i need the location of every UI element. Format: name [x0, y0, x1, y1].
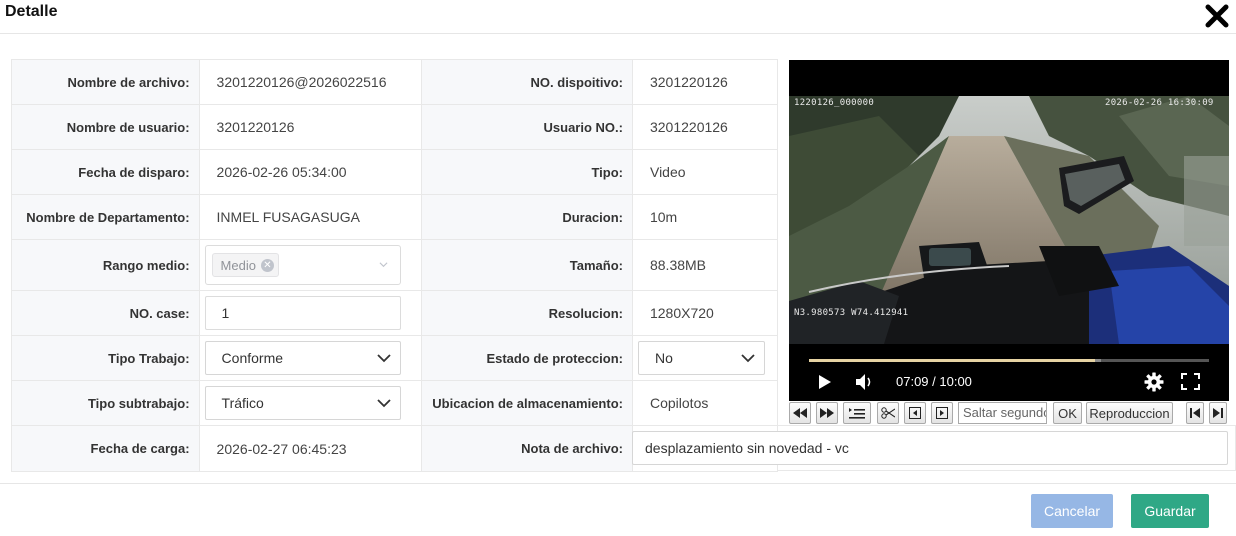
table-row: Nombre de archivo: 3201220126@2026022516… — [11, 59, 779, 105]
case-no-cell: 1 — [198, 290, 423, 336]
label-protection: Estado de proteccion: — [421, 335, 633, 381]
next-frame-button[interactable] — [931, 402, 953, 424]
value-upload-date: 2026-02-27 06:45:23 — [198, 425, 423, 472]
dialog-title: Detalle — [5, 3, 58, 20]
label-file-name: Nombre de archivo: — [11, 59, 200, 105]
label-device-no: NO. dispoitivo: — [421, 59, 633, 105]
rewind-icon — [793, 408, 807, 418]
value-device-no: 3201220126 — [631, 59, 779, 105]
value-department: INMEL FUSAGASUGA — [198, 194, 423, 240]
list-icon — [849, 407, 865, 419]
detail-table: Nombre de archivo: 3201220126@2026022516… — [11, 59, 779, 472]
fast-forward-button[interactable] — [816, 402, 838, 424]
detail-dialog: Detalle Nombre de archivo: 3201220126@20… — [0, 0, 1236, 536]
protection-select[interactable]: No — [637, 341, 765, 375]
ok-button[interactable]: OK — [1053, 402, 1082, 424]
skip-start-icon — [1190, 408, 1200, 418]
save-button[interactable]: Guardar — [1131, 494, 1209, 528]
fast-forward-icon — [820, 408, 834, 418]
progress-played — [809, 359, 1095, 362]
gear-icon[interactable] — [1144, 372, 1164, 392]
label-user-name: Nombre de usuario: — [11, 104, 200, 150]
table-row: Rango medio: Medio ✕ Tamaño: 88.38MB — [11, 239, 779, 291]
work-type-select[interactable]: Conforme — [204, 341, 401, 375]
skip-end-icon — [1213, 408, 1223, 418]
play-icon[interactable] — [818, 374, 832, 390]
label-user-no: Usuario NO.: — [421, 104, 633, 150]
value-duration: 10m — [631, 194, 779, 240]
value-size: 88.38MB — [631, 239, 779, 291]
label-type: Tipo: — [421, 149, 633, 195]
value-shot-date: 2026-02-26 05:34:00 — [198, 149, 423, 195]
footer-divider — [0, 483, 1236, 484]
osd-timestamp-text: 2026-02-26 16:30:09 — [1105, 98, 1214, 108]
media-range-select[interactable]: Medio ✕ — [204, 245, 401, 285]
label-media-range: Rango medio: — [11, 239, 200, 291]
label-size: Tamaño: — [421, 239, 633, 291]
rewind-button[interactable] — [789, 402, 811, 424]
cancel-button[interactable]: Cancelar — [1031, 494, 1113, 528]
file-note-input[interactable]: desplazamiento sin novedad - vc — [632, 431, 1228, 465]
jump-seconds-input[interactable]: Saltar segundos — [958, 402, 1047, 424]
prev-frame-button[interactable] — [904, 402, 926, 424]
prev-frame-icon — [909, 407, 921, 419]
label-shot-date: Fecha de disparo: — [11, 149, 200, 195]
playback-button[interactable]: Reproduccion — [1086, 402, 1173, 424]
label-file-note: Nota de archivo: — [421, 425, 633, 472]
protection-value: No — [654, 350, 673, 366]
chevron-down-icon — [376, 354, 391, 363]
volume-icon[interactable] — [855, 373, 875, 391]
media-range-tag: Medio ✕ — [211, 253, 279, 277]
value-type: Video — [631, 149, 779, 195]
value-resolution: 1280X720 — [631, 290, 779, 336]
osd-gps-text: N3.980573 W74.412941 — [794, 308, 909, 318]
table-row: NO. case: 1 Resolucion: 1280X720 — [11, 290, 779, 336]
table-row: Nombre de usuario: 3201220126 Usuario NO… — [11, 104, 779, 150]
table-row: Tipo subtrabajo: Tráfico Ubicacion de al… — [11, 380, 779, 426]
chevron-down-icon — [741, 354, 755, 363]
work-type-cell: Conforme — [198, 335, 423, 381]
next-frame-icon — [936, 407, 948, 419]
header-divider — [0, 33, 1236, 34]
playlist-button[interactable] — [843, 402, 871, 424]
value-user-name: 3201220126 — [198, 104, 423, 150]
label-storage: Ubicacion de almacenamiento: — [421, 380, 633, 426]
case-no-input[interactable]: 1 — [204, 296, 401, 330]
label-subwork-type: Tipo subtrabajo: — [11, 380, 200, 426]
label-department: Nombre de Departamento: — [11, 194, 200, 240]
osd-id-text: 1220126_000000 — [794, 98, 875, 108]
value-file-name: 3201220126@2026022516 — [198, 59, 423, 105]
subwork-type-select[interactable]: Tráfico — [204, 386, 401, 420]
progress-bar[interactable] — [809, 359, 1209, 362]
time-display: 07:09 / 10:00 — [896, 374, 972, 389]
video-frame — [789, 96, 1229, 344]
protection-cell: No — [631, 335, 779, 381]
label-upload-date: Fecha de carga: — [11, 425, 200, 472]
label-duration: Duracion: — [421, 194, 633, 240]
fullscreen-icon[interactable] — [1181, 373, 1200, 390]
video-player[interactable]: 1220126_000000 2026-02-26 16:30:09 N3.98… — [789, 60, 1229, 401]
clip-button[interactable] — [877, 402, 899, 424]
subwork-type-cell: Tráfico — [198, 380, 423, 426]
tag-remove-icon[interactable]: ✕ — [260, 258, 274, 272]
close-x-icon[interactable] — [1203, 2, 1231, 30]
value-user-no: 3201220126 — [631, 104, 779, 150]
label-work-type: Tipo Trabajo: — [11, 335, 200, 381]
scissors-icon — [881, 407, 895, 419]
label-case-no: NO. case: — [11, 290, 200, 336]
table-row: Tipo Trabajo: Conforme Estado de protecc… — [11, 335, 779, 381]
table-row: Fecha de disparo: 2026-02-26 05:34:00 Ti… — [11, 149, 779, 195]
value-storage: Copilotos — [631, 380, 779, 426]
media-range-tag-label: Medio — [220, 257, 256, 273]
table-row: Nombre de Departamento: INMEL FUSAGASUGA… — [11, 194, 779, 240]
chevron-down-icon — [379, 262, 388, 268]
work-type-value: Conforme — [221, 350, 284, 366]
chevron-down-icon — [376, 399, 391, 408]
player-toolbar: Saltar segundos OK Reproduccion — [789, 402, 1229, 424]
skip-end-button[interactable] — [1209, 402, 1227, 424]
media-range-cell: Medio ✕ — [198, 239, 423, 291]
label-resolution: Resolucion: — [421, 290, 633, 336]
subwork-type-value: Tráfico — [221, 395, 264, 411]
skip-start-button[interactable] — [1186, 402, 1204, 424]
